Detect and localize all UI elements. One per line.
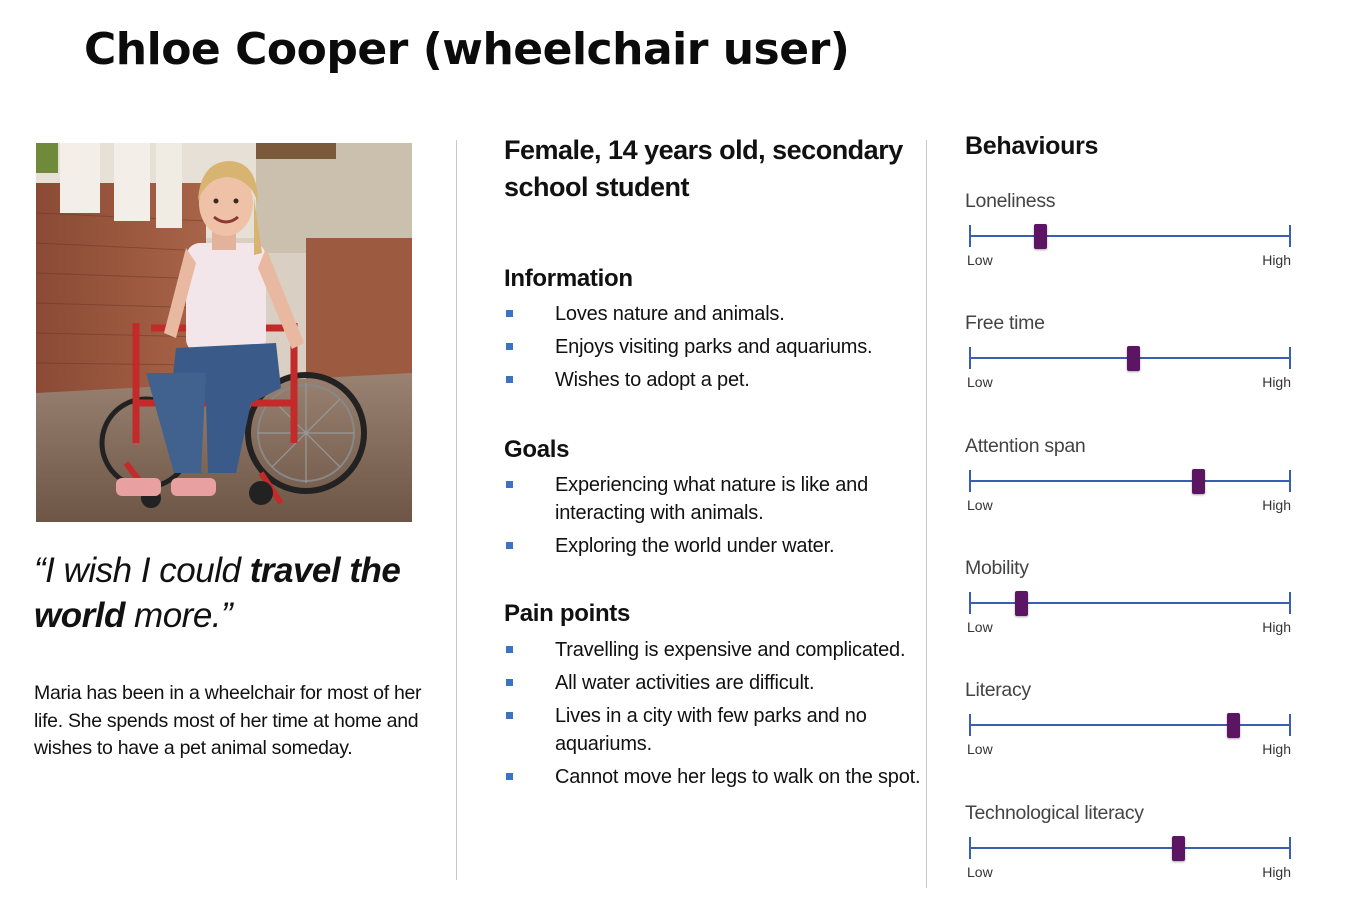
slider-cap-low: [969, 714, 971, 736]
slider-cap-high: [1289, 347, 1291, 369]
low-label: Low: [967, 864, 993, 880]
high-label: High: [1262, 374, 1291, 390]
bullet-icon: [506, 646, 513, 653]
slider-free-time: Free time Low High: [965, 312, 1295, 402]
bullet-icon: [506, 773, 513, 780]
list-item-text: Experiencing what nature is like and int…: [555, 474, 868, 524]
column-divider-left: [456, 140, 457, 880]
slider-thumb[interactable]: [1191, 469, 1205, 494]
list-item: Wishes to adopt a pet.: [504, 366, 924, 394]
goals-list: Experiencing what nature is like and int…: [504, 471, 924, 565]
list-item: Experiencing what nature is like and int…: [504, 471, 924, 527]
list-item-text: Enjoys visiting parks and aquariums.: [555, 336, 873, 358]
high-label: High: [1262, 619, 1291, 635]
quote-text-2: more.”: [124, 596, 233, 635]
slider-track: [969, 724, 1291, 726]
slider-thumb[interactable]: [1127, 346, 1141, 371]
slider-thumb[interactable]: [1014, 591, 1028, 616]
pain-points-list: Travelling is expensive and complicated.…: [504, 636, 934, 796]
demographics: Female, 14 years old, secondary school s…: [504, 135, 903, 202]
list-item-text: Cannot move her legs to walk on the spot…: [555, 766, 921, 788]
slider-cap-low: [969, 592, 971, 614]
slider-label: Free time: [965, 312, 1045, 334]
low-label: Low: [967, 252, 993, 268]
slider-thumb[interactable]: [1172, 836, 1186, 861]
list-item: Travelling is expensive and complicated.: [504, 636, 934, 664]
persona-bio: Maria has been in a wheelchair for most …: [34, 682, 422, 759]
slider-attention-span: Attention span Low High: [965, 435, 1295, 525]
slider-track: [969, 480, 1291, 482]
information-list: Loves nature and animals. Enjoys visitin…: [504, 300, 924, 399]
slider-label: Loneliness: [965, 190, 1056, 212]
slider-cap-high: [1289, 837, 1291, 859]
slider-loneliness: Loneliness Low High: [965, 190, 1295, 280]
slider-label: Attention span: [965, 435, 1086, 457]
slider-cap-high: [1289, 470, 1291, 492]
slider-track: [969, 235, 1291, 237]
list-item-text: Lives in a city with few parks and no aq…: [555, 705, 867, 755]
slider-literacy: Literacy Low High: [965, 679, 1295, 769]
slider-cap-high: [1289, 225, 1291, 247]
high-label: High: [1262, 864, 1291, 880]
behaviours-heading: Behaviours: [965, 132, 1099, 160]
slider-thumb[interactable]: [1227, 713, 1241, 738]
bullet-icon: [506, 542, 513, 549]
low-label: Low: [967, 619, 993, 635]
goals-heading: Goals: [504, 436, 570, 463]
list-item: Enjoys visiting parks and aquariums.: [504, 333, 924, 361]
slider-thumb[interactable]: [1033, 224, 1047, 249]
slider-cap-low: [969, 225, 971, 247]
low-label: Low: [967, 497, 993, 513]
high-label: High: [1262, 252, 1291, 268]
list-item: Loves nature and animals.: [504, 300, 924, 328]
slider-label: Technological literacy: [965, 802, 1144, 824]
pain-points-heading: Pain points: [504, 600, 631, 627]
list-item-text: All water activities are difficult.: [555, 672, 815, 694]
slider-cap-low: [969, 470, 971, 492]
high-label: High: [1262, 741, 1291, 757]
slider-cap-low: [969, 347, 971, 369]
low-label: Low: [967, 374, 993, 390]
slider-mobility: Mobility Low High: [965, 557, 1295, 647]
page-title: Chloe Cooper (wheelchair user): [84, 24, 850, 75]
list-item-text: Loves nature and animals.: [555, 303, 785, 325]
list-item: Cannot move her legs to walk on the spot…: [504, 763, 934, 791]
bullet-icon: [506, 679, 513, 686]
slider-label: Mobility: [965, 557, 1029, 579]
list-item-text: Exploring the world under water.: [555, 535, 835, 557]
slider-label: Literacy: [965, 679, 1031, 701]
high-label: High: [1262, 497, 1291, 513]
list-item: All water activities are difficult.: [504, 669, 934, 697]
slider-cap-low: [969, 837, 971, 859]
list-item: Exploring the world under water.: [504, 532, 924, 560]
slider-technological-literacy: Technological literacy Low High: [965, 802, 1295, 892]
quote-text-1: “I wish I could: [34, 551, 250, 590]
bullet-icon: [506, 712, 513, 719]
slider-track: [969, 847, 1291, 849]
information-heading: Information: [504, 265, 633, 292]
list-item: Lives in a city with few parks and no aq…: [504, 702, 934, 758]
persona-quote: “I wish I could travel the world more.”: [34, 548, 434, 638]
bullet-icon: [506, 376, 513, 383]
list-item-text: Wishes to adopt a pet.: [555, 369, 750, 391]
list-item-text: Travelling is expensive and complicated.: [555, 639, 906, 661]
bullet-icon: [506, 343, 513, 350]
low-label: Low: [967, 741, 993, 757]
bullet-icon: [506, 310, 513, 317]
slider-cap-high: [1289, 714, 1291, 736]
bullet-icon: [506, 481, 513, 488]
persona-photo: [36, 143, 412, 522]
slider-cap-high: [1289, 592, 1291, 614]
